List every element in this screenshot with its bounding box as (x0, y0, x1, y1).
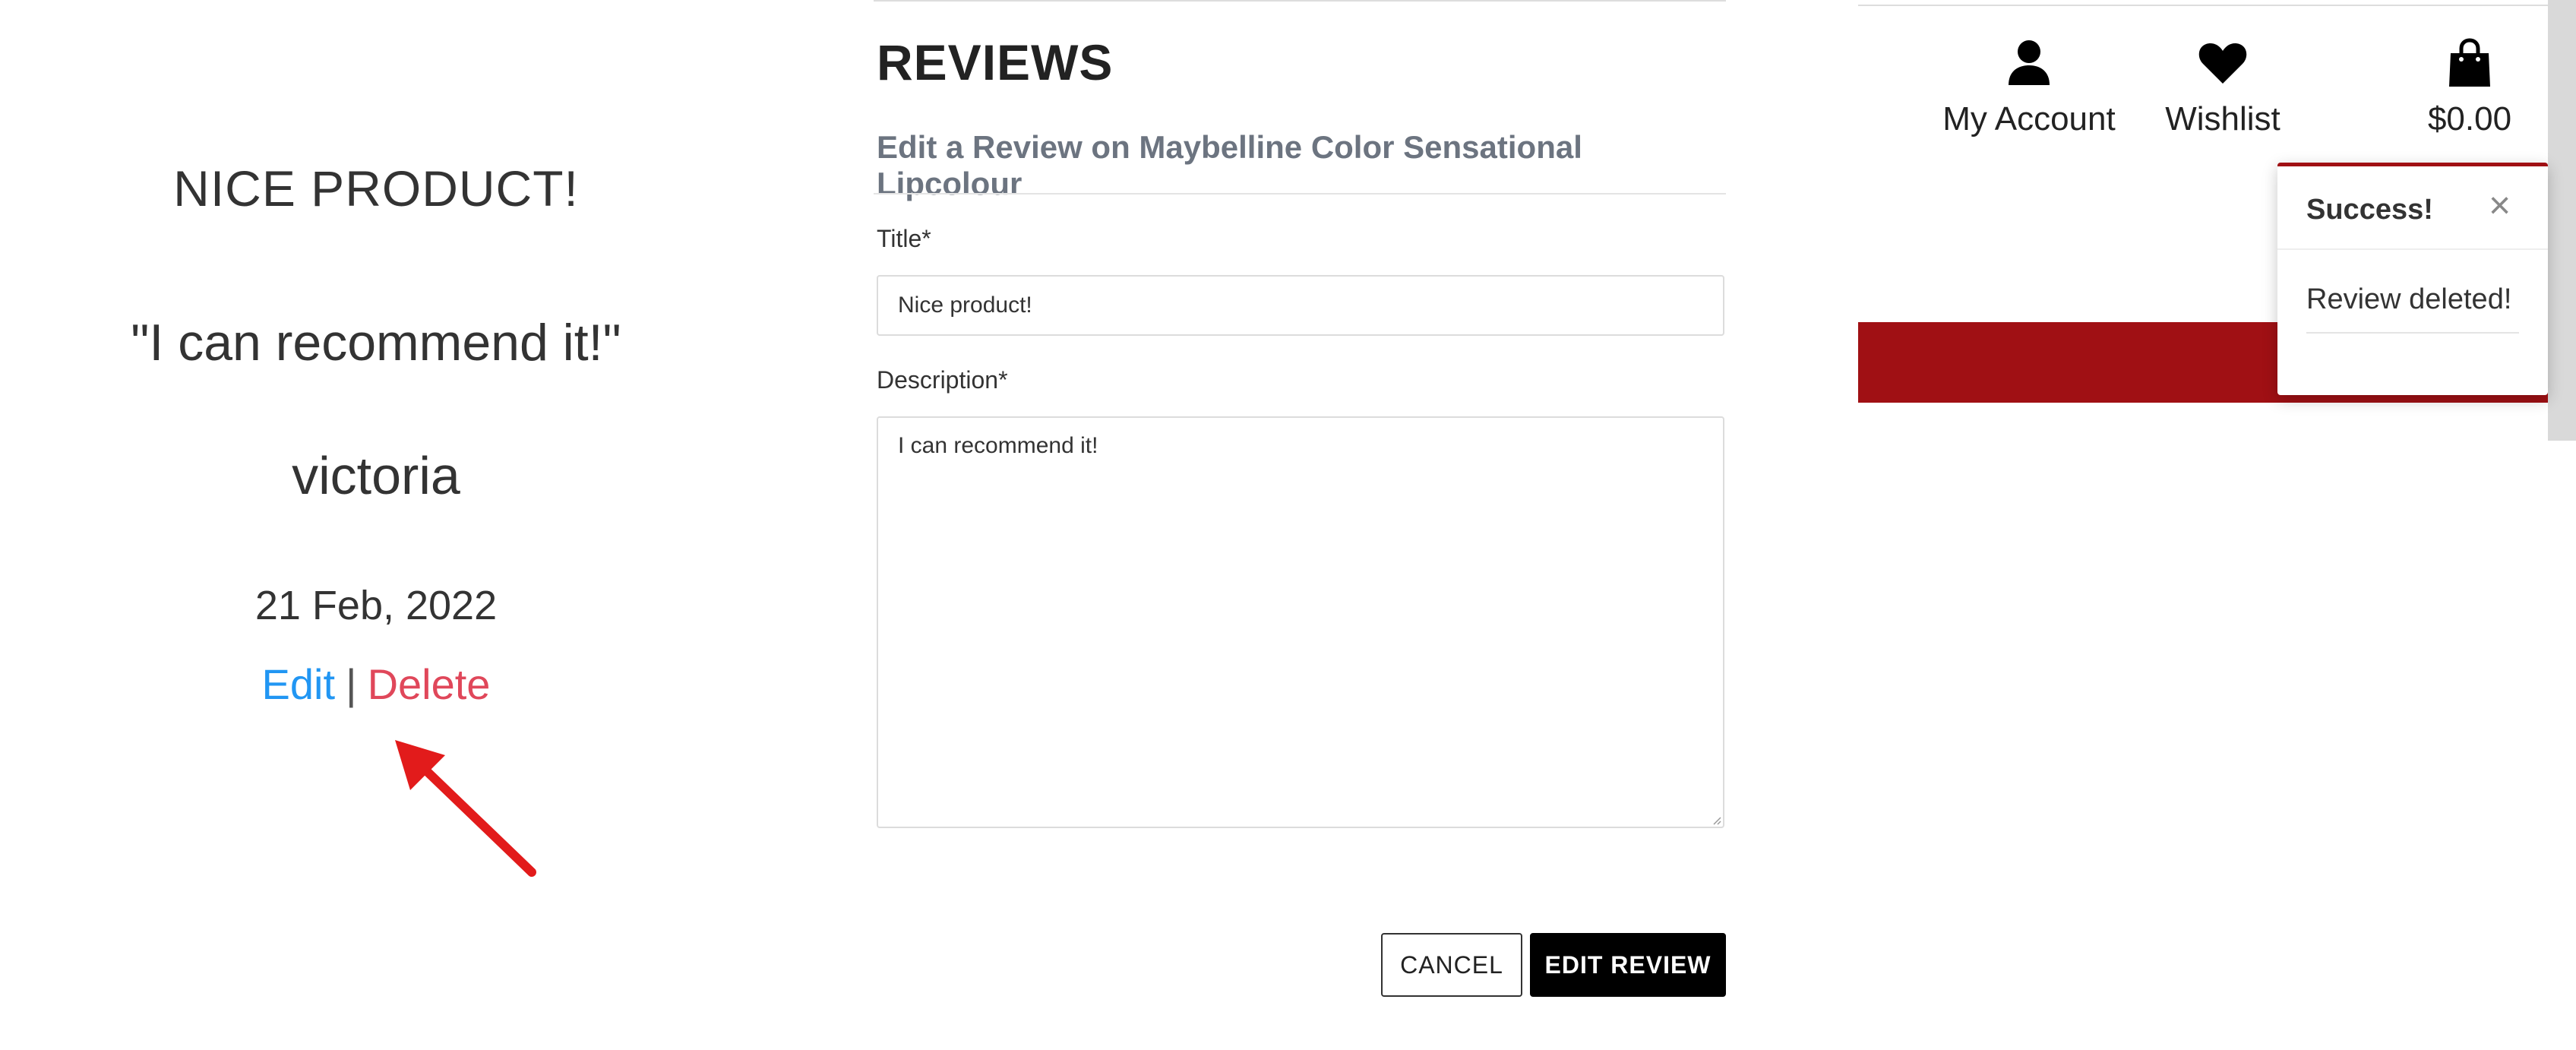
scrollbar[interactable] (2548, 0, 2576, 441)
title-input[interactable] (877, 275, 1724, 336)
wishlist-link[interactable]: Wishlist (2162, 36, 2284, 138)
toast-message: Review deleted! (2306, 283, 2512, 315)
toast-title: Success! (2306, 194, 2433, 226)
page-title: REVIEWS (877, 34, 1114, 90)
form-subheading: Edit a Review on Maybelline Color Sensat… (877, 129, 1582, 201)
resize-grip-icon[interactable] (1712, 816, 1721, 825)
success-toast: Success! × Review deleted! (2277, 163, 2548, 395)
heart-icon (2198, 43, 2247, 84)
toast-divider (2306, 332, 2519, 334)
close-icon[interactable]: × (2489, 186, 2511, 224)
title-label: Title* (877, 225, 931, 252)
edit-review-link[interactable]: Edit (262, 660, 336, 708)
action-separator: | (346, 660, 357, 708)
description-textarea[interactable]: I can recommend it! (877, 416, 1724, 828)
description-label: Description* (877, 366, 1008, 394)
user-icon (2009, 40, 2050, 85)
annotation-arrow-icon (395, 740, 536, 877)
cancel-button[interactable]: CANCEL (1381, 933, 1522, 997)
review-author: victoria (292, 446, 460, 505)
bag-total: $0.00 (2427, 100, 2512, 138)
review-title: NICE PRODUCT! (173, 160, 579, 217)
my-account-link[interactable]: My Account (1919, 36, 2139, 138)
edit-review-panel: REVIEWS Edit a Review on Maybelline Colo… (874, 0, 1726, 1050)
shopping-bag-link[interactable]: $0.00 (2405, 36, 2534, 138)
review-card: NICE PRODUCT! "I can recommend it!" vict… (0, 0, 752, 1050)
heading-divider (874, 193, 1726, 195)
review-actions: Edit | Delete (0, 659, 752, 709)
toast-header: Success! × (2277, 166, 2548, 250)
review-quote: "I can recommend it!" (131, 314, 621, 372)
top-divider (874, 0, 1726, 2)
shopping-bag-icon (2449, 38, 2490, 87)
header-divider (1858, 5, 2551, 6)
wishlist-label: Wishlist (2165, 100, 2280, 138)
composite-screenshot: NICE PRODUCT! "I can recommend it!" vict… (0, 0, 2576, 1050)
site-header-panel: My Account Wishlist $0.00 Success! × Rev… (1858, 0, 2576, 1050)
delete-review-link[interactable]: Delete (368, 660, 491, 708)
review-date: 21 Feb, 2022 (254, 583, 498, 628)
edit-review-button[interactable]: EDIT REVIEW (1530, 933, 1726, 997)
my-account-label: My Account (1942, 100, 2116, 138)
